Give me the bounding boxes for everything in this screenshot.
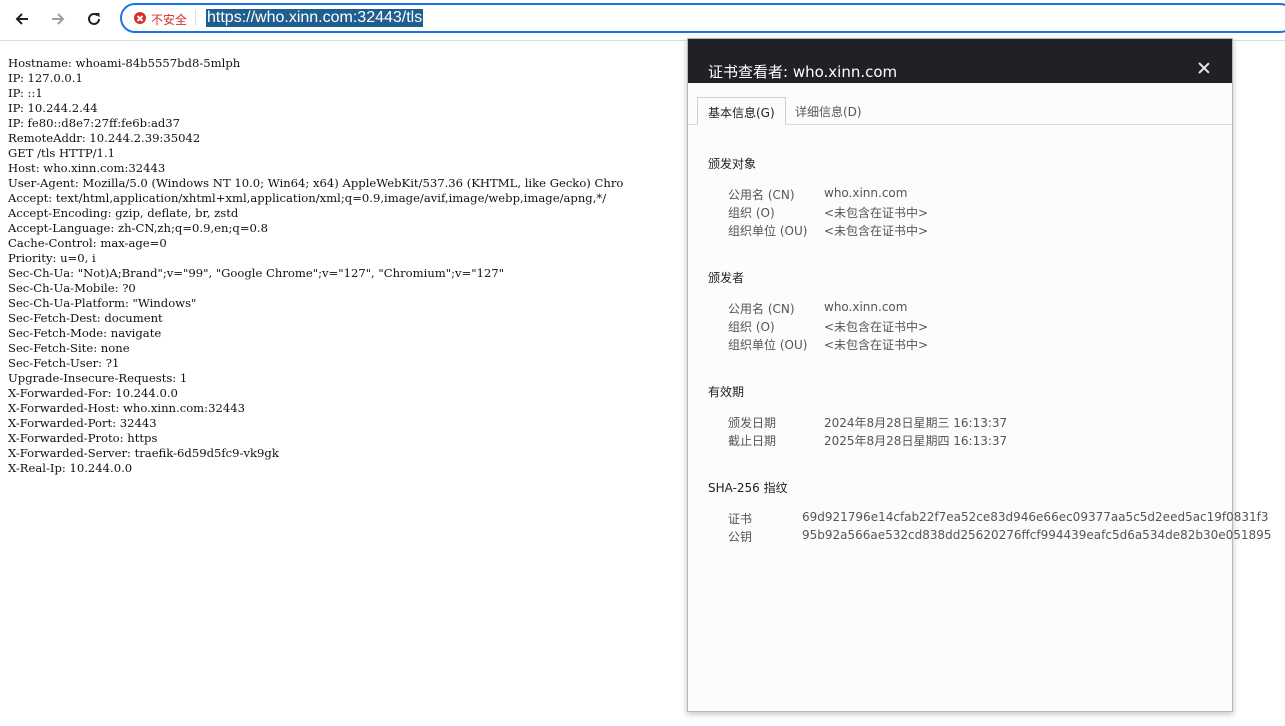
issuer-ou-value: <未包含在证书中>	[824, 338, 929, 352]
response-line: Priority: u=0, i	[8, 251, 96, 265]
response-line: RemoteAddr: 10.244.2.39:35042	[8, 131, 201, 145]
not-secure-label: 不安全	[151, 13, 188, 27]
issued-date-label: 颁发日期	[728, 416, 777, 430]
page-content: Hostname: whoami-84b5557bd8-5mlph IP: 127…	[8, 56, 688, 476]
tab-details[interactable]: 详细信息(D)	[785, 97, 872, 125]
response-line: IP: ::1	[8, 86, 43, 100]
issuer-o-value: <未包含在证书中>	[824, 320, 929, 334]
response-line: GET /tls HTTP/1.1	[8, 146, 115, 160]
back-button[interactable]	[7, 5, 37, 33]
subject-o-value: <未包含在证书中>	[824, 206, 929, 220]
response-line: Sec-Fetch-Site: none	[8, 341, 130, 355]
expiry-date-label: 截止日期	[728, 434, 777, 448]
tab-basic-info[interactable]: 基本信息(G)	[697, 97, 786, 125]
subject-ou-label: 组织单位 (OU)	[728, 224, 808, 238]
forward-arrow-icon	[52, 13, 65, 25]
not-secure-icon	[134, 12, 146, 24]
certificate-viewer-dialog: 证书查看者: who.xinn.com 基本信息(G) 详细信息(D) 颁发对象…	[687, 38, 1271, 712]
response-line: X-Real-Ip: 10.244.0.0	[8, 461, 133, 475]
close-icon[interactable]	[1196, 61, 1212, 77]
url-text[interactable]: https://who.xinn.com:32443/tls	[206, 9, 424, 27]
response-line: Sec-Ch-Ua: "Not)A;Brand";v="99", "Google…	[8, 266, 505, 280]
reload-button[interactable]	[79, 5, 109, 33]
back-arrow-icon	[15, 13, 28, 25]
issuer-o-label: 组织 (O)	[728, 320, 775, 334]
response-line: Hostname: whoami-84b5557bd8-5mlph	[8, 56, 241, 70]
address-bar[interactable]: 不安全 https://who.xinn.com:32443/tls	[120, 3, 1285, 33]
issuer-ou-label: 组织单位 (OU)	[728, 338, 808, 352]
response-line: X-Forwarded-Host: who.xinn.com:32443	[8, 401, 245, 415]
response-line: X-Forwarded-For: 10.244.0.0	[8, 386, 178, 400]
response-line: X-Forwarded-Port: 32443	[8, 416, 157, 430]
expiry-date-value: 2025年8月28日星期四 16:13:37	[824, 434, 1008, 448]
tab-bar: 基本信息(G) 详细信息(D)	[688, 83, 1232, 125]
forward-button[interactable]	[43, 5, 73, 33]
subject-o-label: 组织 (O)	[728, 206, 775, 220]
response-line: Sec-Fetch-Mode: navigate	[8, 326, 162, 340]
dialog-title: 证书查看者: who.xinn.com	[708, 63, 898, 81]
section-validity: 有效期	[708, 385, 745, 399]
issuer-cn-value: who.xinn.com	[824, 300, 908, 314]
subject-cn-label: 公用名 (CN)	[728, 188, 795, 202]
subject-cn-value: who.xinn.com	[824, 186, 908, 200]
section-issued-to: 颁发对象	[708, 157, 757, 171]
response-line: Cache-Control: max-age=0	[8, 236, 167, 250]
cert-fingerprint-value: 69d921796e14cfab22f7ea52ce83d946e66ec093…	[802, 510, 1269, 524]
response-line: Sec-Fetch-User: ?1	[8, 356, 120, 370]
key-fingerprint-label: 公钥	[728, 530, 753, 544]
response-line: X-Forwarded-Server: traefik-6d59d5fc9-vk…	[8, 446, 279, 460]
response-line: Accept: text/html,application/xhtml+xml,…	[8, 191, 607, 205]
response-line: User-Agent: Mozilla/5.0 (Windows NT 10.0…	[8, 176, 624, 190]
response-line: X-Forwarded-Proto: https	[8, 431, 158, 445]
response-line: Sec-Ch-Ua-Mobile: ?0	[8, 281, 136, 295]
key-fingerprint-value: 95b92a566ae532cd838dd25620276ffcf994439e…	[802, 528, 1272, 542]
response-line: Upgrade-Insecure-Requests: 1	[8, 371, 188, 385]
issued-date-value: 2024年8月28日星期三 16:13:37	[824, 416, 1008, 430]
subject-ou-value: <未包含在证书中>	[824, 224, 929, 238]
omnibox-divider	[195, 10, 196, 26]
section-issued-by: 颁发者	[708, 271, 745, 285]
response-line: IP: fe80::d8e7:27ff:fe6b:ad37	[8, 116, 181, 130]
dialog-header: 证书查看者: who.xinn.com	[688, 39, 1232, 83]
response-line: Accept-Language: zh-CN,zh;q=0.9,en;q=0.8	[8, 221, 268, 235]
cert-fingerprint-label: 证书	[728, 512, 753, 526]
response-line: IP: 127.0.0.1	[8, 71, 83, 85]
issuer-cn-label: 公用名 (CN)	[728, 302, 795, 316]
response-line: Host: who.xinn.com:32443	[8, 161, 166, 175]
response-line: Accept-Encoding: gzip, deflate, br, zstd	[8, 206, 239, 220]
response-line: IP: 10.244.2.44	[8, 101, 98, 115]
response-line: Sec-Fetch-Dest: document	[8, 311, 163, 325]
browser-toolbar: 不安全 https://who.xinn.com:32443/tls	[0, 0, 1285, 41]
reload-icon	[88, 12, 100, 25]
response-line: Sec-Ch-Ua-Platform: "Windows"	[8, 296, 197, 310]
section-fingerprints: SHA-256 指纹	[708, 481, 788, 495]
